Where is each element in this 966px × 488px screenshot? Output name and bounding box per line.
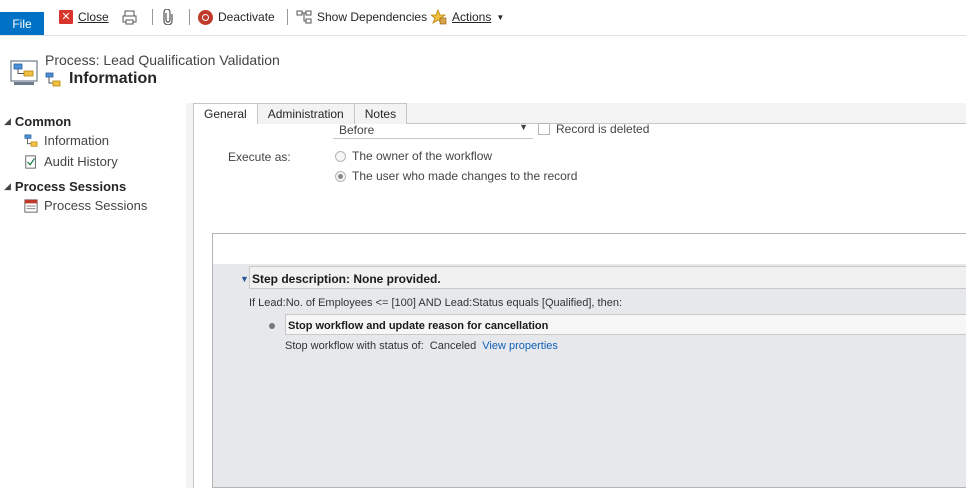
show-dependencies-button[interactable]: Show Dependencies bbox=[296, 8, 427, 26]
radio-label: The owner of the workflow bbox=[352, 149, 493, 163]
close-label: Close bbox=[78, 10, 109, 24]
file-button[interactable]: File bbox=[0, 12, 44, 35]
radio-button[interactable] bbox=[335, 150, 346, 162]
close-button[interactable]: ✕ Close bbox=[59, 8, 109, 26]
nav-item-process-sessions[interactable]: Process Sessions bbox=[24, 198, 147, 213]
action-title: Stop workflow and update reason for canc… bbox=[288, 320, 549, 332]
deactivate-icon bbox=[198, 9, 213, 25]
execute-as-label: Execute as: bbox=[228, 150, 291, 164]
timing-select-value: Before bbox=[339, 123, 375, 137]
bullet-icon bbox=[269, 323, 275, 329]
tab-label: Administration bbox=[267, 107, 344, 121]
print-icon bbox=[122, 10, 137, 24]
record-deleted-label: Record is deleted bbox=[556, 122, 650, 136]
chevron-down-icon: ▼ bbox=[496, 12, 505, 22]
close-icon: ✕ bbox=[59, 10, 73, 24]
left-navigation: ◢ Common Information Audit History ◢ Pro… bbox=[0, 103, 186, 488]
attach-button[interactable] bbox=[162, 8, 174, 26]
nav-item-label: Process Sessions bbox=[44, 198, 148, 213]
radio-label: The user who made changes to the record bbox=[352, 169, 578, 183]
actions-button[interactable]: Actions ▼ bbox=[431, 8, 504, 26]
chevron-down-icon: ▼ bbox=[519, 122, 528, 132]
radio-owner-of-workflow[interactable]: The owner of the workflow bbox=[335, 149, 492, 163]
tab-label: Notes bbox=[364, 107, 397, 121]
action-status: Canceled bbox=[429, 340, 477, 352]
nav-item-audit-history[interactable]: Audit History bbox=[24, 154, 118, 169]
record-deleted-checkbox[interactable]: Record is deleted bbox=[538, 122, 649, 136]
radio-button[interactable] bbox=[335, 170, 346, 182]
ribbon-separator bbox=[287, 9, 288, 25]
action-description: Stop workflow with status of: Canceled V… bbox=[285, 340, 558, 352]
workflow-icon bbox=[24, 134, 38, 147]
tab-general[interactable]: General bbox=[193, 103, 258, 124]
expand-triangle-icon: ◢ bbox=[4, 116, 11, 126]
checkbox-box[interactable] bbox=[538, 123, 550, 135]
view-properties-link[interactable]: View properties bbox=[482, 340, 558, 352]
collapse-triangle-icon[interactable]: ▼ bbox=[240, 274, 249, 284]
nav-group-common[interactable]: ◢ Common bbox=[4, 114, 71, 129]
print-button[interactable] bbox=[122, 8, 137, 26]
process-sessions-icon bbox=[24, 198, 38, 213]
page-title: Information bbox=[69, 70, 157, 87]
tab-label: General bbox=[204, 107, 247, 121]
nav-group-process-sessions[interactable]: ◢ Process Sessions bbox=[4, 179, 126, 194]
nav-item-information[interactable]: Information bbox=[24, 133, 109, 148]
command-bar: File ✕ Close Deactivate Show Dependencie… bbox=[0, 0, 966, 36]
actions-icon bbox=[431, 9, 447, 25]
audit-history-icon bbox=[25, 154, 36, 169]
paperclip-icon bbox=[163, 9, 173, 25]
workflow-icon bbox=[45, 72, 61, 87]
radio-user-who-made-changes[interactable]: The user who made changes to the record bbox=[335, 169, 577, 183]
deactivate-label: Deactivate bbox=[218, 10, 275, 24]
process-entity-icon bbox=[10, 60, 38, 85]
file-button-label: File bbox=[12, 16, 32, 31]
page-subtitle: Process: Lead Qualification Validation bbox=[45, 52, 280, 68]
ribbon-separator bbox=[189, 9, 190, 25]
designer-toolbar-area bbox=[213, 234, 966, 264]
expand-triangle-icon: ◢ bbox=[4, 181, 11, 191]
step-description: Step description: None provided. bbox=[252, 272, 441, 286]
ribbon-separator bbox=[152, 9, 153, 25]
timing-select[interactable]: Before ▼ bbox=[333, 120, 533, 139]
nav-group-label: Common bbox=[14, 114, 72, 129]
nav-group-label: Process Sessions bbox=[14, 179, 127, 194]
nav-item-label: Audit History bbox=[44, 154, 118, 169]
nav-item-label: Information bbox=[44, 133, 110, 148]
workflow-designer: ▼ Step description: None provided. If Le… bbox=[212, 233, 966, 488]
dependencies-icon bbox=[296, 10, 312, 24]
deactivate-button[interactable]: Deactivate bbox=[198, 8, 275, 26]
condition-text[interactable]: If Lead:No. of Employees <= [100] AND Le… bbox=[249, 297, 622, 309]
show-dependencies-label: Show Dependencies bbox=[317, 10, 428, 24]
action-description-prefix: Stop workflow with status of: bbox=[285, 340, 424, 352]
actions-label: Actions bbox=[452, 10, 492, 24]
